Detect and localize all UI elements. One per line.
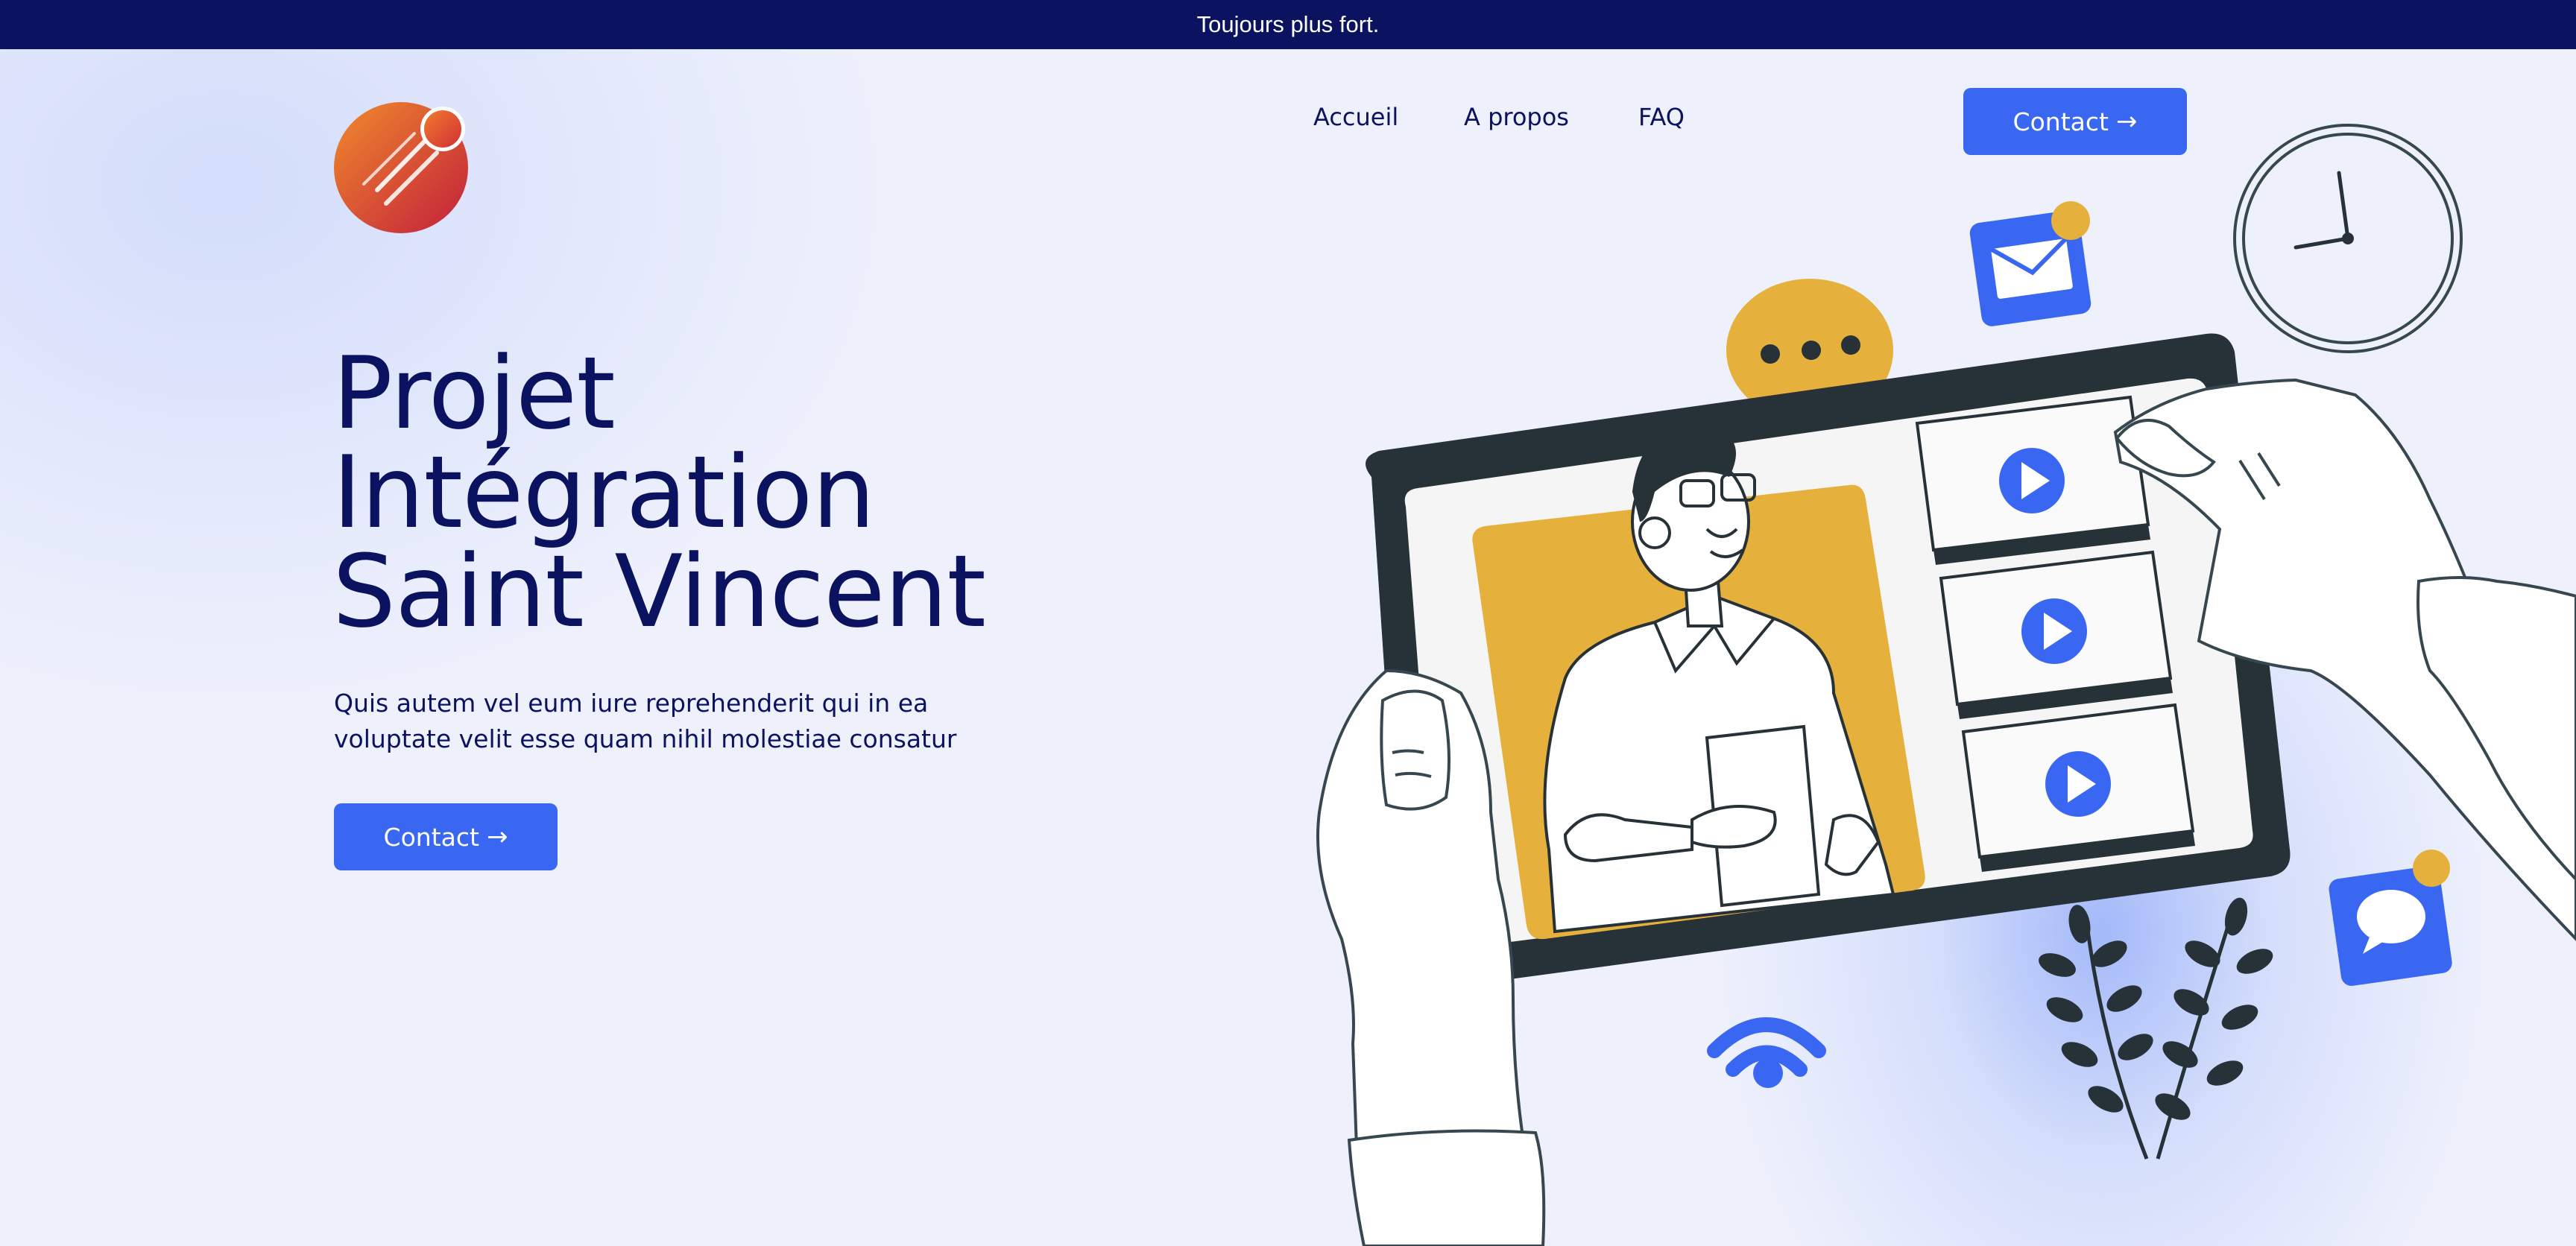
hero-illustration [1316,124,2576,1246]
video-play-icon [1961,703,2195,872]
hero-contact-button[interactable]: Contact → [334,803,558,870]
hero-title-line-2: Intégration [332,434,875,551]
video-play-icon [1939,550,2173,719]
plant-icon [2039,897,2273,1160]
hero-description: Quis autem vel eum iure reprehenderit qu… [334,689,957,753]
mail-icon [1969,201,2092,326]
comet-logo-icon[interactable] [332,101,471,235]
hero-title-line-3: Saint Vincent [332,534,986,650]
message-icon [2329,850,2452,986]
video-play-icon [1915,395,2150,565]
hero-title: Projet Intégration Saint Vincent [332,335,986,650]
announcement-bar: Toujours plus fort. [0,0,2576,49]
hero-title-line-1: Projet [332,335,616,452]
wifi-icon [1707,1017,1826,1088]
hero-contact-label: Contact [383,822,479,852]
arrow-right-icon: → [486,822,508,852]
clock-icon [2233,124,2463,353]
announcement-text: Toujours plus fort. [1196,11,1380,37]
